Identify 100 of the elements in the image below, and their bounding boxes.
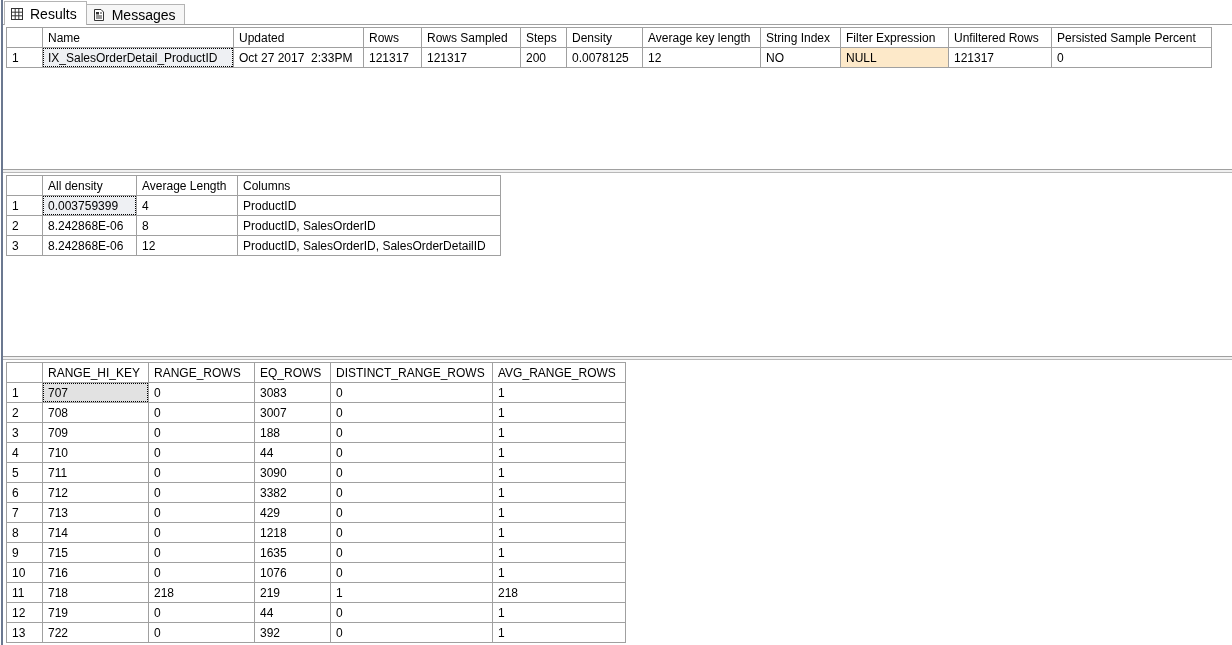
table-cell: 0 xyxy=(330,422,493,443)
table-cell: 1 xyxy=(492,442,626,463)
column-header: Name xyxy=(42,27,234,48)
table-cell: NO xyxy=(760,47,841,68)
table-cell: 719 xyxy=(42,602,149,623)
row-number: 5 xyxy=(6,462,43,483)
table-cell: 218 xyxy=(148,582,255,603)
table-cell: 0 xyxy=(148,542,255,563)
table-cell: Oct 27 2017 2:33PM xyxy=(233,47,364,68)
table-cell: 121317 xyxy=(421,47,521,68)
row-number: 1 xyxy=(6,382,43,403)
table-cell: 0 xyxy=(330,442,493,463)
table-cell: 1 xyxy=(492,502,626,523)
tab[interactable]: Messages xyxy=(85,4,185,24)
row-number: 12 xyxy=(6,602,43,623)
table-cell: 1076 xyxy=(254,562,331,583)
table-cell: 3090 xyxy=(254,462,331,483)
table-cell: 0 xyxy=(148,522,255,543)
table-cell: 1 xyxy=(492,422,626,443)
table-cell: 1 xyxy=(492,562,626,583)
column-header: RANGE_ROWS xyxy=(148,362,255,383)
table-cell: 429 xyxy=(254,502,331,523)
document-icon xyxy=(92,8,105,21)
row-number: 3 xyxy=(6,235,43,256)
row-number: 7 xyxy=(6,502,43,523)
table-cell: 0 xyxy=(148,622,255,643)
table-cell: 121317 xyxy=(363,47,422,68)
column-header: Columns xyxy=(237,175,501,196)
table-cell: 1 xyxy=(492,382,626,403)
table-cell: 0 xyxy=(330,522,493,543)
table-cell: 0 xyxy=(330,462,493,483)
table-cell: 0 xyxy=(148,502,255,523)
row-number: 6 xyxy=(6,482,43,503)
column-header: Steps xyxy=(520,27,567,48)
table-cell: 1 xyxy=(492,542,626,563)
table-cell: 716 xyxy=(42,562,149,583)
table-cell: 219 xyxy=(254,582,331,603)
table-cell: 8 xyxy=(136,215,238,236)
table-cell: 718 xyxy=(42,582,149,603)
row-number: 1 xyxy=(6,195,43,216)
table-cell: 188 xyxy=(254,422,331,443)
table-cell: 1 xyxy=(492,522,626,543)
table-cell: 714 xyxy=(42,522,149,543)
table-cell: 44 xyxy=(254,602,331,623)
table-cell: 0 xyxy=(330,502,493,523)
table-cell: ProductID xyxy=(237,195,501,216)
column-header: Filter Expression xyxy=(840,27,949,48)
table-cell: 1635 xyxy=(254,542,331,563)
column-header: Updated xyxy=(233,27,364,48)
row-number: 11 xyxy=(6,582,43,603)
column-header: RANGE_HI_KEY xyxy=(42,362,149,383)
table-cell: 0 xyxy=(330,542,493,563)
table-cell: 0 xyxy=(330,402,493,423)
table-cell: 200 xyxy=(520,47,567,68)
table-cell: 0 xyxy=(148,562,255,583)
column-header: Average Length xyxy=(136,175,238,196)
column-header: Unfiltered Rows xyxy=(948,27,1052,48)
row-number: 8 xyxy=(6,522,43,543)
column-header: DISTINCT_RANGE_ROWS xyxy=(330,362,493,383)
row-number: 9 xyxy=(6,542,43,563)
table-cell: 1 xyxy=(492,402,626,423)
table-cell: 3007 xyxy=(254,402,331,423)
table-cell: ProductID, SalesOrderID, SalesOrderDetailID xyxy=(237,235,501,256)
table-cell: 12 xyxy=(642,47,761,68)
row-number: 1 xyxy=(6,47,43,68)
table-cell: 392 xyxy=(254,622,331,643)
column-header: Rows xyxy=(363,27,422,48)
table-cell: 0 xyxy=(1051,47,1212,68)
table-cell: 0 xyxy=(148,402,255,423)
table-cell: 1 xyxy=(492,482,626,503)
table-cell: 1 xyxy=(330,582,493,603)
table-cell: 8.242868E-06 xyxy=(42,235,137,256)
column-header: String Index xyxy=(760,27,841,48)
table-cell: 3382 xyxy=(254,482,331,503)
table-cell: 44 xyxy=(254,442,331,463)
column-header: AVG_RANGE_ROWS xyxy=(492,362,626,383)
grid-icon xyxy=(11,7,23,20)
table-cell: 715 xyxy=(42,542,149,563)
table-cell: 0 xyxy=(330,602,493,623)
table-cell: 121317 xyxy=(948,47,1052,68)
table-cell: 1 xyxy=(492,622,626,643)
table-cell: 710 xyxy=(42,442,149,463)
row-number: 13 xyxy=(6,622,43,643)
table-cell: 0 xyxy=(148,382,255,403)
table-cell: 1218 xyxy=(254,522,331,543)
tab[interactable]: Results xyxy=(4,1,87,25)
table-cell: 0 xyxy=(330,622,493,643)
table-cell: 0 xyxy=(148,602,255,623)
table-cell: 12 xyxy=(136,235,238,256)
table-cell: 0 xyxy=(148,482,255,503)
row-number: 2 xyxy=(6,215,43,236)
column-header: All density xyxy=(42,175,137,196)
row-number: 10 xyxy=(6,562,43,583)
table-cell: 722 xyxy=(42,622,149,643)
table-cell: 4 xyxy=(136,195,238,216)
table-cell: 0 xyxy=(148,422,255,443)
table-cell: 0 xyxy=(330,562,493,583)
column-header: Density xyxy=(566,27,643,48)
table-cell: 8.242868E-06 xyxy=(42,215,137,236)
table-cell: 711 xyxy=(42,462,149,483)
